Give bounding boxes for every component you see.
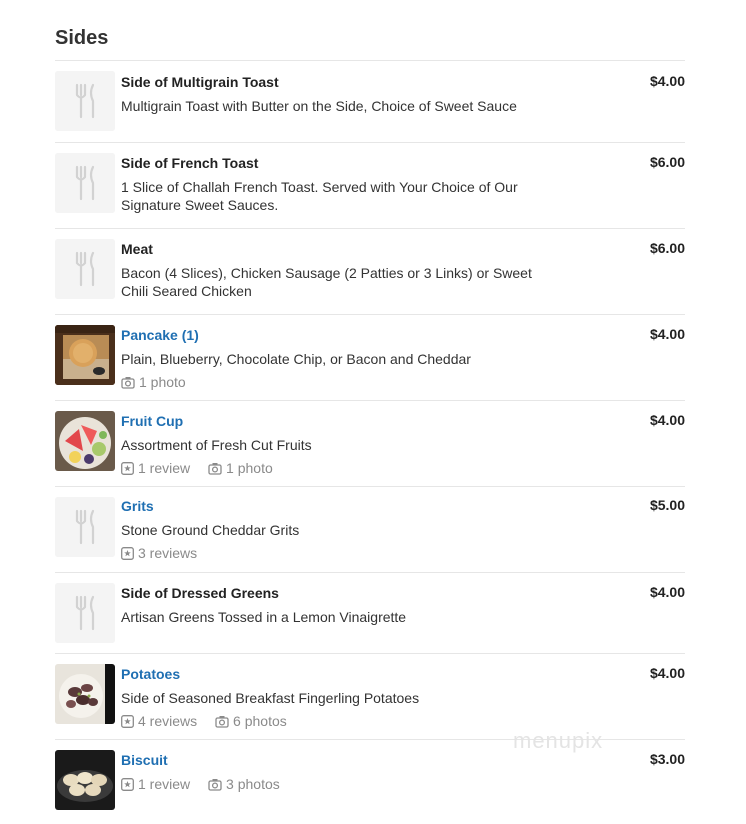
item-meta: 1 photo (121, 373, 575, 391)
item-description: Multigrain Toast with Butter on the Side… (121, 98, 517, 114)
star-icon (121, 462, 134, 475)
watermark: menupix (513, 728, 604, 753)
utensils-placeholder-icon (55, 583, 115, 643)
item-name: Meat (121, 241, 153, 257)
item-description: Plain, Blueberry, Chocolate Chip, or Bac… (121, 351, 471, 367)
item-name-link[interactable]: Pancake (1) (121, 326, 575, 344)
menu-item: Side of Dressed Greens Artisan Greens To… (55, 573, 685, 654)
item-description: 1 Slice of Challah French Toast. Served … (121, 179, 518, 213)
reviews-count: 4 reviews (138, 713, 198, 729)
item-description: Artisan Greens Tossed in a Lemon Vinaigr… (121, 609, 407, 625)
photos-count: 1 photo (226, 460, 273, 476)
utensils-placeholder-icon (55, 497, 115, 557)
biscuit-photo[interactable] (55, 750, 115, 810)
menu-item: Fruit Cup Assortment of Fresh Cut Fruits… (55, 401, 685, 487)
pancake-photo[interactable] (55, 325, 115, 385)
photos-count: 3 photos (226, 776, 280, 792)
item-price: $6.00 (649, 240, 685, 256)
photos-count: 1 photo (139, 374, 186, 390)
item-name: Side of French Toast (121, 155, 259, 171)
menu-list: Side of Multigrain Toast Multigrain Toas… (55, 60, 685, 816)
item-name-link[interactable]: Fruit Cup (121, 412, 575, 430)
item-name: Side of Dressed Greens (121, 585, 279, 601)
menu-item: Side of Multigrain Toast Multigrain Toas… (55, 61, 685, 143)
item-price: $4.00 (649, 584, 685, 600)
item-price: $3.00 (649, 751, 685, 767)
reviews-link[interactable]: 3 reviews (121, 544, 197, 562)
item-price: $4.00 (649, 73, 685, 89)
utensils-placeholder-icon (55, 239, 115, 299)
camera-icon (215, 716, 229, 728)
section-title: Sides (55, 27, 109, 49)
potatoes-photo[interactable] (55, 664, 115, 724)
photos-link[interactable]: 1 photo (208, 459, 273, 477)
item-price: $5.00 (649, 497, 685, 513)
item-name-link[interactable]: Biscuit (121, 751, 575, 769)
item-description: Side of Seasoned Breakfast Fingerling Po… (121, 690, 420, 706)
item-meta: 3 reviews (121, 544, 575, 562)
camera-icon (208, 779, 222, 791)
item-description: Assortment of Fresh Cut Fruits (121, 437, 312, 453)
item-meta: 4 reviews 6 photos (121, 712, 575, 730)
reviews-link[interactable]: 1 review (121, 459, 190, 477)
star-icon (121, 715, 134, 728)
menu-item: Pancake (1) Plain, Blueberry, Chocolate … (55, 315, 685, 401)
reviews-count: 1 review (138, 776, 191, 792)
item-meta: 1 review 1 photo (121, 459, 575, 477)
reviews-link[interactable]: 4 reviews (121, 712, 197, 730)
utensils-placeholder-icon (55, 71, 115, 131)
reviews-link[interactable]: 1 review (121, 775, 190, 793)
reviews-count: 1 review (138, 460, 191, 476)
photos-count: 6 photos (233, 713, 287, 729)
item-price: $4.00 (649, 412, 685, 428)
fruit-cup-photo[interactable] (55, 411, 115, 471)
item-description: Stone Ground Cheddar Grits (121, 522, 300, 538)
camera-icon (121, 377, 135, 389)
item-price: $6.00 (649, 154, 685, 170)
photos-link[interactable]: 6 photos (215, 712, 287, 730)
item-meta: 1 review 3 photos (121, 775, 575, 793)
item-price: $4.00 (649, 326, 685, 342)
camera-icon (208, 463, 222, 475)
item-name: Side of Multigrain Toast (121, 74, 279, 90)
item-name-link[interactable]: Potatoes (121, 665, 575, 683)
star-icon (121, 547, 134, 560)
menu-item: Side of French Toast 1 Slice of Challah … (55, 143, 685, 229)
item-description: Bacon (4 Slices), Chicken Sausage (2 Pat… (121, 265, 532, 299)
menu-item: Grits Stone Ground Cheddar Grits 3 revie… (55, 487, 685, 573)
photos-link[interactable]: 1 photo (121, 373, 186, 391)
item-price: $4.00 (649, 665, 685, 681)
item-name-link[interactable]: Grits (121, 497, 575, 515)
photos-link[interactable]: 3 photos (208, 775, 280, 793)
reviews-count: 3 reviews (138, 545, 198, 561)
utensils-placeholder-icon (55, 153, 115, 213)
star-icon (121, 778, 134, 791)
menu-item: Meat Bacon (4 Slices), Chicken Sausage (… (55, 229, 685, 315)
